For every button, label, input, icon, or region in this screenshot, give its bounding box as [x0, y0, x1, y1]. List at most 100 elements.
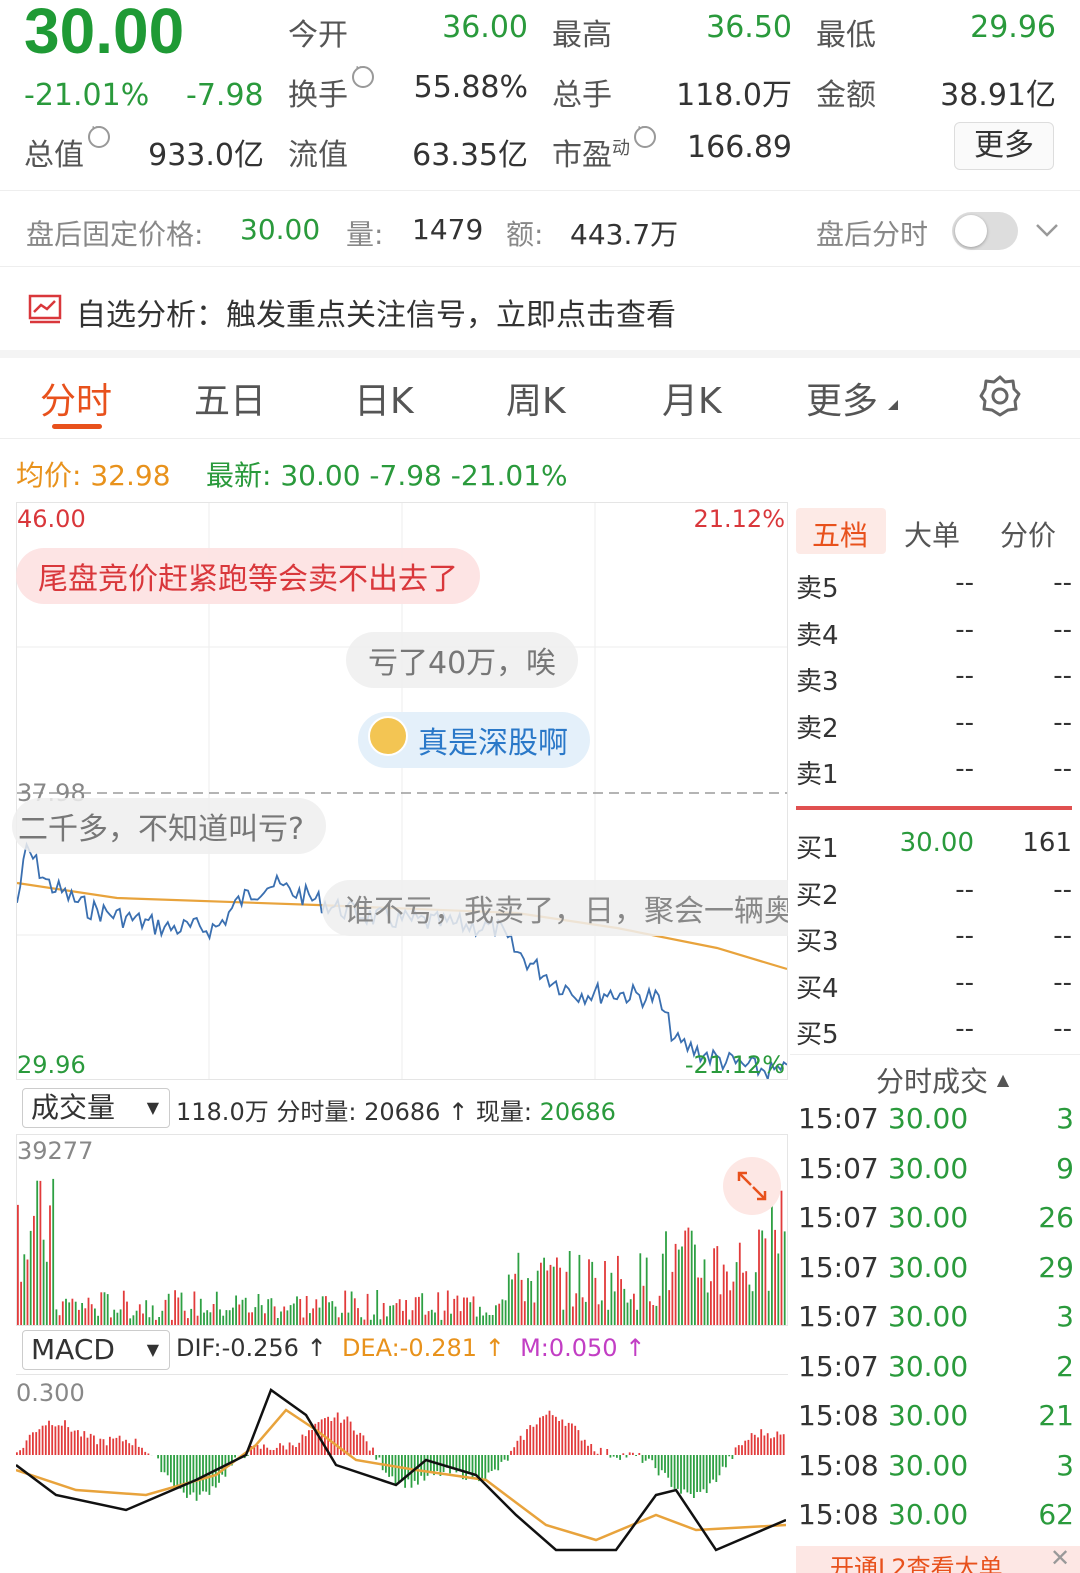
tab-daily-k[interactable]: 日K — [354, 372, 414, 424]
macd-bar — [770, 1438, 772, 1455]
volume-chart[interactable]: 39277 — [16, 1134, 788, 1326]
volume-bar — [90, 1304, 93, 1325]
danmaku-comment[interactable]: 亏了40万，唉 — [346, 632, 579, 688]
volume-bar — [597, 1304, 600, 1325]
volume-bar — [328, 1302, 330, 1325]
macd-bar — [121, 1441, 124, 1455]
volume-bar — [145, 1300, 148, 1325]
expand-icon[interactable] — [723, 1157, 781, 1215]
macd-bar — [25, 1440, 28, 1455]
volume-bar — [732, 1281, 735, 1325]
volume-bar — [405, 1300, 407, 1325]
macd-bar — [510, 1450, 512, 1455]
macd-bar — [516, 1440, 519, 1455]
volume-bar — [164, 1299, 167, 1325]
volume-bar — [466, 1297, 468, 1325]
macd-bar — [192, 1455, 195, 1493]
turnover-value: 55.88% — [413, 70, 528, 105]
macd-selector[interactable]: MACD ▼ — [22, 1330, 170, 1370]
macd-bar — [622, 1453, 625, 1455]
macd-bar — [696, 1455, 698, 1492]
high-value: 36.50 — [706, 10, 792, 45]
macd-bar — [468, 1455, 471, 1472]
volume-bar — [655, 1305, 658, 1325]
trades-title[interactable]: 分时成交 ▲ — [876, 1060, 1009, 1100]
volume-bar — [690, 1230, 693, 1325]
volume-bar — [578, 1254, 581, 1325]
volume-bar — [629, 1299, 632, 1325]
tab-big-orders[interactable]: 大单 — [904, 514, 960, 554]
volume-bar — [119, 1309, 122, 1325]
volume-bar — [604, 1261, 606, 1325]
tab-five-day[interactable]: 五日 — [194, 372, 266, 424]
orderbook-row: 卖3 -- -- — [796, 661, 1072, 697]
macd-bar — [596, 1453, 599, 1455]
macd-bar — [590, 1444, 593, 1455]
macd-bar — [166, 1455, 169, 1476]
macd-bar — [28, 1434, 31, 1455]
volume-bar — [459, 1311, 462, 1325]
volume-bar — [302, 1317, 305, 1325]
alert-banner[interactable]: 自选分析：触发重点关注信号，立即点击查看 — [76, 290, 676, 334]
macd-bar — [96, 1444, 98, 1455]
macd-bar — [638, 1453, 641, 1455]
orderbook-row: 卖2 -- -- — [796, 707, 1072, 744]
volume-bar — [581, 1297, 584, 1325]
tab-more[interactable]: 更多 — [806, 372, 878, 424]
macd-bar — [372, 1447, 374, 1455]
ask-bid-divider — [796, 806, 1072, 810]
macd-bar — [725, 1455, 727, 1468]
volume-bar — [17, 1204, 19, 1325]
macd-bar — [352, 1430, 355, 1455]
more-button[interactable]: 更多 — [954, 122, 1054, 170]
volume-bar — [228, 1310, 231, 1325]
volume-bar — [443, 1310, 446, 1325]
volume-bar — [482, 1315, 484, 1325]
after-hours-toggle[interactable] — [952, 212, 1018, 250]
volume-bar — [138, 1304, 141, 1325]
info-icon[interactable] — [352, 60, 374, 88]
volume-bar — [674, 1243, 677, 1325]
volume-bar — [591, 1261, 594, 1325]
macd-bar — [632, 1452, 634, 1455]
close-icon[interactable]: ✕ — [1050, 1546, 1070, 1572]
volume-bar — [292, 1303, 295, 1325]
macd-bar — [198, 1455, 201, 1495]
info-icon[interactable] — [634, 120, 656, 148]
volume-bar — [135, 1310, 138, 1325]
tab-weekly-k[interactable]: 周K — [506, 372, 566, 424]
macd-bar — [522, 1439, 525, 1455]
tab-intraday[interactable]: 分时 — [40, 372, 112, 424]
macd-bar — [664, 1455, 666, 1473]
level2-promo[interactable]: 开通L2查看大单 ✕ — [796, 1546, 1080, 1573]
volume-selector[interactable]: 成交量 ▼ — [22, 1088, 170, 1128]
volume-bar — [244, 1297, 247, 1325]
macd-bar — [272, 1450, 275, 1455]
macd-chart[interactable]: 0.300 — [15, 1374, 788, 1573]
macd-bar — [776, 1431, 779, 1455]
macd-bar — [269, 1449, 272, 1455]
volume-bar — [719, 1294, 722, 1325]
macd-bar — [195, 1455, 198, 1501]
tab-price-dist[interactable]: 分价 — [1000, 514, 1056, 554]
volume-bar — [280, 1311, 282, 1325]
volume-bar — [39, 1180, 42, 1325]
volume-bar — [501, 1299, 504, 1325]
volume-bar — [171, 1319, 173, 1325]
tab-monthly-k[interactable]: 月K — [662, 372, 722, 424]
danmaku-comment[interactable]: 二千多，不知道叫亏? — [12, 798, 326, 854]
info-icon[interactable] — [88, 120, 110, 148]
danmaku-comment[interactable]: 尾盘竞价赶紧跑等会卖不出去了 — [16, 548, 480, 604]
chevron-down-icon[interactable] — [1034, 220, 1060, 240]
danmaku-comment[interactable]: 谁不亏，我卖了，日，聚会一辆奥 — [322, 880, 788, 936]
volume-bar — [52, 1178, 55, 1325]
gear-icon[interactable] — [978, 374, 1022, 418]
macd-bar — [535, 1424, 538, 1455]
volume-bar — [360, 1317, 363, 1325]
macd-bar — [741, 1445, 743, 1455]
macd-bar — [394, 1455, 397, 1484]
macd-bar — [32, 1432, 34, 1455]
danmaku-comment[interactable]: 真是深股啊 — [358, 712, 590, 768]
macd-bar — [105, 1445, 108, 1455]
volume-bar — [155, 1319, 157, 1325]
